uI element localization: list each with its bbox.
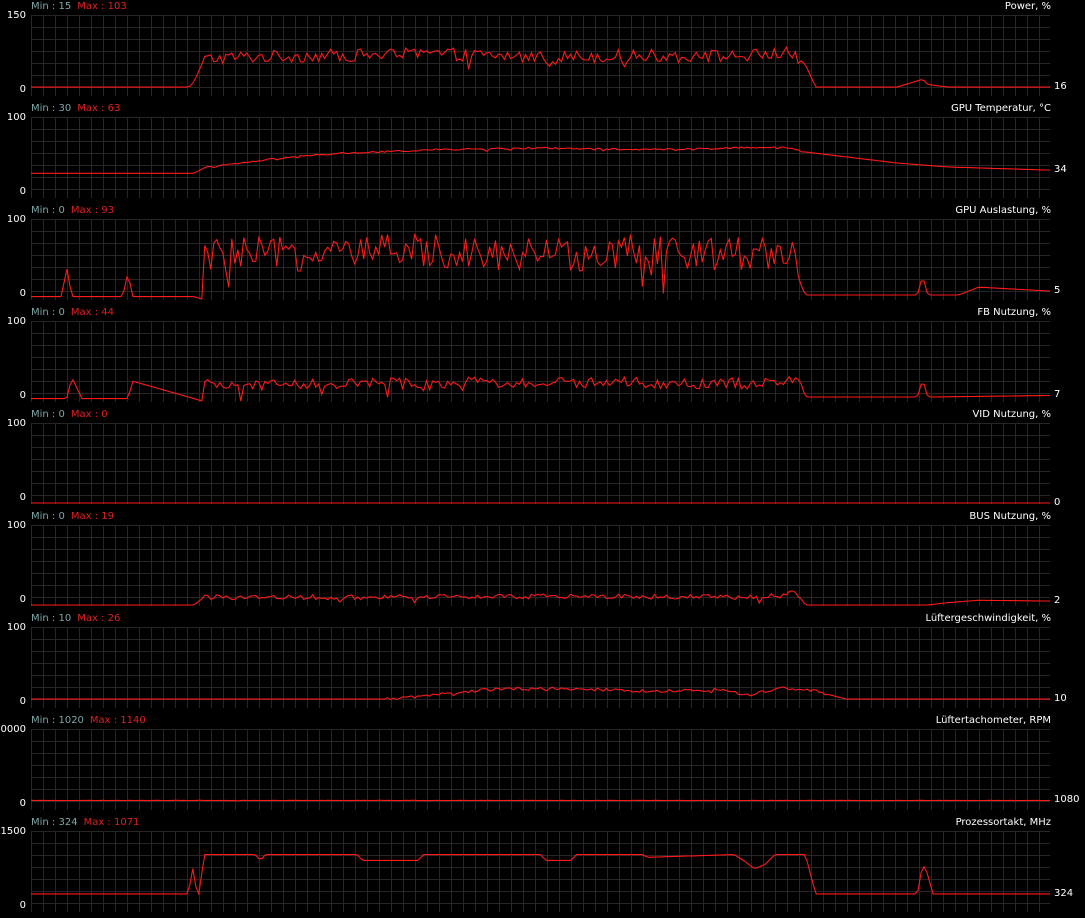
graph-panel: Min : 0 Max : 19 BUS Nutzung, % 100 0 2 <box>0 510 1085 612</box>
min-value: Min : 10 <box>31 613 72 624</box>
graph-panel: Min : 0 Max : 44 FB Nutzung, % 100 0 7 <box>0 306 1085 408</box>
y-axis-min-label: 0 <box>19 492 26 503</box>
current-value-label: 2 <box>1054 595 1061 607</box>
current-value-label: 16 <box>1054 81 1067 93</box>
y-axis-min-label: 0 <box>19 390 26 401</box>
min-max-readout: Min : 0 Max : 19 <box>31 511 114 522</box>
min-value: Min : 0 <box>31 511 65 522</box>
graph-plot-area <box>31 423 1050 504</box>
graph-title: GPU Auslastung, % <box>955 205 1051 216</box>
current-value-label: 10 <box>1054 693 1067 705</box>
max-value: Max : 103 <box>77 1 127 12</box>
min-max-readout: Min : 30 Max : 63 <box>31 103 120 114</box>
max-value: Max : 44 <box>70 307 114 318</box>
series-line <box>31 686 1050 701</box>
max-value: Max : 93 <box>70 205 114 216</box>
graph-title: Lüftergeschwindigkeit, % <box>925 613 1051 624</box>
min-value: Min : 30 <box>31 103 72 114</box>
min-max-readout: Min : 0 Max : 0 <box>31 409 108 420</box>
y-axis-max-label: 10000 <box>0 724 26 735</box>
graph-plot-area <box>31 831 1050 912</box>
max-value: Max : 63 <box>77 103 121 114</box>
series-line <box>31 146 1050 174</box>
current-value-label: 5 <box>1054 285 1061 297</box>
min-value: Min : 324 <box>31 817 78 828</box>
min-max-readout: Min : 0 Max : 93 <box>31 205 114 216</box>
graph-plot-area <box>31 117 1050 198</box>
y-axis-min-label: 0 <box>19 84 26 95</box>
graph-plot-area <box>31 525 1050 606</box>
max-value: Max : 1071 <box>83 817 140 828</box>
graph-panel: Min : 324 Max : 1071 Prozessortakt, MHz 150… <box>0 816 1085 918</box>
graph-plot-area <box>31 15 1050 96</box>
graph-title: GPU Temperatur, °C <box>950 103 1051 114</box>
graph-panel: Min : 15 Max : 103 Power, % 150 0 16 <box>0 0 1085 102</box>
y-axis-max-label: 150 <box>6 10 26 21</box>
y-axis-min-label: 0 <box>19 594 26 605</box>
y-axis-min-label: 0 <box>19 900 26 911</box>
current-value-label: 0 <box>1054 497 1061 508</box>
graph-plot-area <box>31 321 1050 402</box>
current-value-label: 7 <box>1054 389 1061 401</box>
min-value: Min : 15 <box>31 1 72 12</box>
series-line <box>31 799 1050 802</box>
min-max-readout: Min : 15 Max : 103 <box>31 1 127 12</box>
min-max-readout: Min : 1020 Max : 1140 <box>31 715 146 726</box>
graph-title: Power, % <box>1004 1 1051 12</box>
series-line <box>31 375 1050 402</box>
graph-title: BUS Nutzung, % <box>969 511 1051 522</box>
max-value: Max : 0 <box>70 409 108 420</box>
graph-title: Lüftertachometer, RPM <box>935 715 1051 726</box>
min-value: Min : 0 <box>31 307 65 318</box>
min-value: Min : 0 <box>31 205 65 216</box>
graph-plot-area <box>31 219 1050 300</box>
y-axis-min-label: 0 <box>19 186 26 197</box>
graph-panel: Min : 30 Max : 63 GPU Temperatur, °C 100 0 34 <box>0 102 1085 204</box>
current-value-label: 324 <box>1054 887 1074 899</box>
graph-panel: Min : 0 Max : 93 GPU Auslastung, % 100 0 5 <box>0 204 1085 306</box>
graph-panel: Min : 0 Max : 0 VID Nutzung, % 100 0 0 <box>0 408 1085 510</box>
min-max-readout: Min : 324 Max : 1071 <box>31 817 139 828</box>
min-value: Min : 0 <box>31 409 65 420</box>
y-axis-min-label: 0 <box>19 288 26 299</box>
current-value-label: 1080 <box>1054 794 1080 806</box>
y-axis-min-label: 0 <box>19 696 26 707</box>
y-axis-max-label: 100 <box>6 316 26 327</box>
max-value: Max : 26 <box>77 613 121 624</box>
graph-title: Prozessortakt, MHz <box>955 817 1051 828</box>
graph-panel: Min : 10 Max : 26 Lüftergeschwindigkeit, %… <box>0 612 1085 714</box>
graph-plot-area <box>31 729 1050 810</box>
y-axis-max-label: 100 <box>6 214 26 225</box>
current-value-label: 34 <box>1054 164 1067 176</box>
y-axis-max-label: 100 <box>6 520 26 531</box>
y-axis-min-label: 0 <box>19 798 26 809</box>
graph-title: VID Nutzung, % <box>972 409 1051 420</box>
min-max-readout: Min : 0 Max : 44 <box>31 307 114 318</box>
max-value: Max : 1140 <box>89 715 146 726</box>
graph-plot-area <box>31 627 1050 708</box>
min-value: Min : 1020 <box>31 715 84 726</box>
min-max-readout: Min : 10 Max : 26 <box>31 613 120 624</box>
graph-title: FB Nutzung, % <box>977 307 1051 318</box>
series-line <box>31 45 1050 88</box>
y-axis-max-label: 100 <box>6 112 26 123</box>
graph-panel: Min : 1020 Max : 1140 Lüftertachometer, RP… <box>0 714 1085 816</box>
y-axis-max-label: 1500 <box>0 826 26 837</box>
y-axis-max-label: 100 <box>6 622 26 633</box>
y-axis-max-label: 100 <box>6 418 26 429</box>
max-value: Max : 19 <box>70 511 114 522</box>
series-line <box>31 854 1050 897</box>
